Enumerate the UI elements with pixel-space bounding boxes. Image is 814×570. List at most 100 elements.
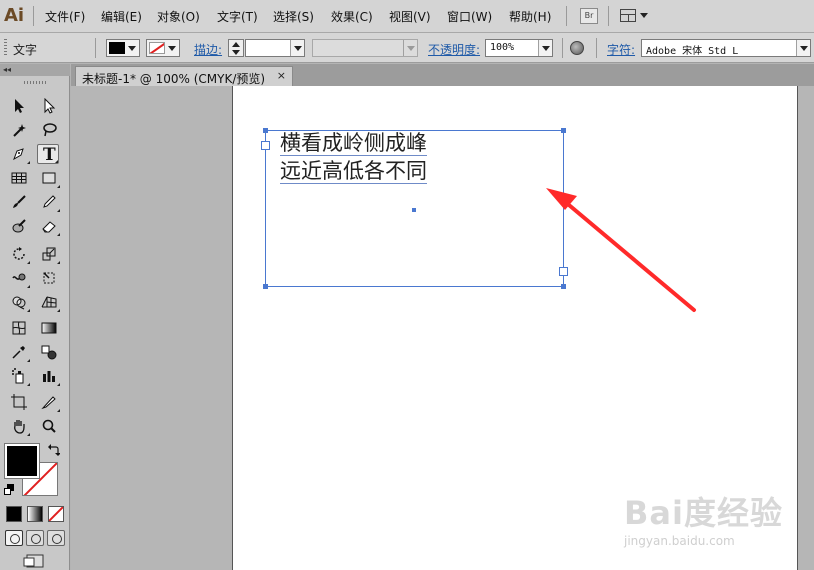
eraser-tool[interactable]	[38, 216, 60, 236]
menu-edit[interactable]: 编辑(E)	[101, 8, 142, 25]
blend-tool[interactable]	[38, 342, 60, 362]
lasso-tool[interactable]	[38, 120, 60, 140]
rotate-icon	[13, 247, 25, 260]
collapse-panel-icon[interactable]: ◂◂	[3, 65, 11, 75]
panel-grip[interactable]	[24, 81, 46, 84]
perspective-grid-tool[interactable]	[38, 292, 60, 312]
swap-fill-stroke-icon[interactable]	[48, 444, 61, 456]
canvas-area[interactable]: 横看成岭侧成峰 远近高低各不同 Bai度经验 jingyan.baidu.com	[71, 86, 814, 570]
fill-color-dropdown[interactable]	[106, 39, 140, 57]
stepper-up-icon[interactable]	[232, 42, 240, 47]
character-label-link[interactable]: 字符:	[607, 41, 635, 58]
menu-bar: Ai 文件(F) 编辑(E) 对象(O) 文字(T) 选择(S) 效果(C) 视…	[0, 0, 814, 33]
menu-type[interactable]: 文字(T)	[217, 8, 258, 25]
fill-color-box[interactable]	[4, 443, 40, 479]
color-mode-button[interactable]	[6, 506, 22, 522]
stroke-color-dropdown[interactable]	[146, 39, 180, 57]
flyout-indicator	[27, 359, 30, 362]
paintbrush-icon	[13, 195, 26, 208]
tools-panel-header[interactable]: ◂◂	[0, 64, 70, 76]
flyout-indicator	[57, 209, 60, 212]
menu-file[interactable]: 文件(F)	[45, 8, 85, 25]
symbol-sprayer-tool[interactable]	[8, 366, 30, 386]
column-graph-tool[interactable]	[38, 366, 60, 386]
eyedropper-tool[interactable]	[8, 342, 30, 362]
chevron-down-icon[interactable]	[796, 40, 810, 56]
symbol-sprayer-icon	[12, 368, 24, 384]
panel-grip[interactable]	[4, 39, 7, 57]
stroke-label-link[interactable]: 描边:	[194, 41, 222, 58]
lasso-icon	[43, 123, 57, 137]
draw-inside-button[interactable]	[47, 530, 65, 546]
menu-help[interactable]: 帮助(H)	[509, 8, 551, 25]
direct-selection-tool[interactable]	[38, 96, 60, 116]
paintbrush-tool[interactable]	[8, 192, 30, 212]
menu-view[interactable]: 视图(V)	[389, 8, 431, 25]
recolor-artwork-icon[interactable]	[570, 41, 584, 55]
gradient-tool[interactable]	[38, 318, 60, 338]
menu-window[interactable]: 窗口(W)	[447, 8, 492, 25]
watermark-url: jingyan.baidu.com	[624, 534, 735, 548]
hand-tool[interactable]	[8, 416, 30, 436]
rectangular-grid-tool[interactable]	[8, 168, 30, 188]
document-tab-title: 未标题-1* @ 100% (CMYK/预览)	[82, 72, 266, 86]
flyout-indicator	[57, 185, 60, 188]
none-mode-button[interactable]	[48, 506, 64, 522]
document-tab[interactable]: 未标题-1* @ 100% (CMYK/预览) ×	[75, 66, 293, 86]
selection-mode-label: 文字	[13, 43, 38, 57]
mesh-tool[interactable]	[8, 318, 30, 338]
draw-behind-button[interactable]	[26, 530, 44, 546]
type-tool[interactable]: T	[37, 144, 59, 165]
default-fill-stroke-icon[interactable]	[4, 484, 16, 496]
workspace-grid-icon	[620, 9, 636, 22]
flyout-indicator	[57, 409, 60, 412]
blob-brush-tool[interactable]	[8, 216, 30, 236]
magic-wand-tool[interactable]	[8, 120, 30, 140]
flyout-indicator	[57, 261, 60, 264]
selection-arrow-icon	[15, 99, 24, 113]
close-tab-icon[interactable]: ×	[277, 69, 286, 82]
chevron-down-icon[interactable]	[538, 40, 552, 56]
stroke-weight-input[interactable]	[245, 39, 305, 57]
flyout-indicator	[57, 233, 60, 236]
variable-width-profile-dropdown[interactable]	[312, 39, 418, 57]
shape-builder-tool[interactable]	[8, 292, 30, 312]
blend-icon	[41, 345, 57, 360]
workspace-switcher-button[interactable]	[620, 8, 650, 24]
slice-tool[interactable]	[38, 392, 60, 412]
free-transform-tool[interactable]	[38, 268, 60, 288]
bridge-button[interactable]: Br	[580, 8, 598, 24]
pencil-tool[interactable]	[38, 192, 60, 212]
stroke-weight-stepper[interactable]	[228, 39, 244, 57]
rotate-tool[interactable]	[8, 244, 30, 264]
menu-effect[interactable]: 效果(C)	[331, 8, 373, 25]
menu-object[interactable]: 对象(O)	[157, 8, 200, 25]
mesh-icon	[12, 321, 26, 335]
document-tab-bar: 未标题-1* @ 100% (CMYK/预览) ×	[71, 64, 814, 86]
opacity-label-link[interactable]: 不透明度:	[428, 41, 480, 58]
eraser-icon	[42, 221, 56, 233]
draw-normal-button[interactable]	[5, 530, 23, 546]
flyout-indicator	[57, 383, 60, 386]
tools-panel: ◂◂ T	[0, 64, 70, 570]
stepper-down-icon[interactable]	[232, 50, 240, 55]
change-screen-mode-button[interactable]	[22, 552, 46, 570]
default-stroke-swatch	[4, 488, 11, 495]
magic-wand-icon	[13, 124, 26, 137]
opacity-dropdown[interactable]: 100%	[485, 39, 553, 57]
divider	[95, 38, 96, 58]
warp-tool[interactable]	[8, 268, 30, 288]
artboard-tool[interactable]	[8, 392, 30, 412]
selection-tool[interactable]	[8, 96, 30, 116]
font-family-dropdown[interactable]: Adobe 宋体 Std L	[641, 39, 811, 57]
zoom-tool[interactable]	[38, 416, 60, 436]
menu-select[interactable]: 选择(S)	[273, 8, 314, 25]
chevron-down-icon[interactable]	[290, 40, 304, 56]
shape-builder-icon	[12, 296, 26, 310]
rectangle-tool[interactable]	[38, 168, 60, 188]
pen-tool[interactable]	[8, 144, 30, 164]
flyout-indicator	[27, 383, 30, 386]
flyout-indicator	[55, 160, 58, 163]
scale-tool[interactable]	[38, 244, 60, 264]
gradient-mode-button[interactable]	[27, 506, 43, 522]
